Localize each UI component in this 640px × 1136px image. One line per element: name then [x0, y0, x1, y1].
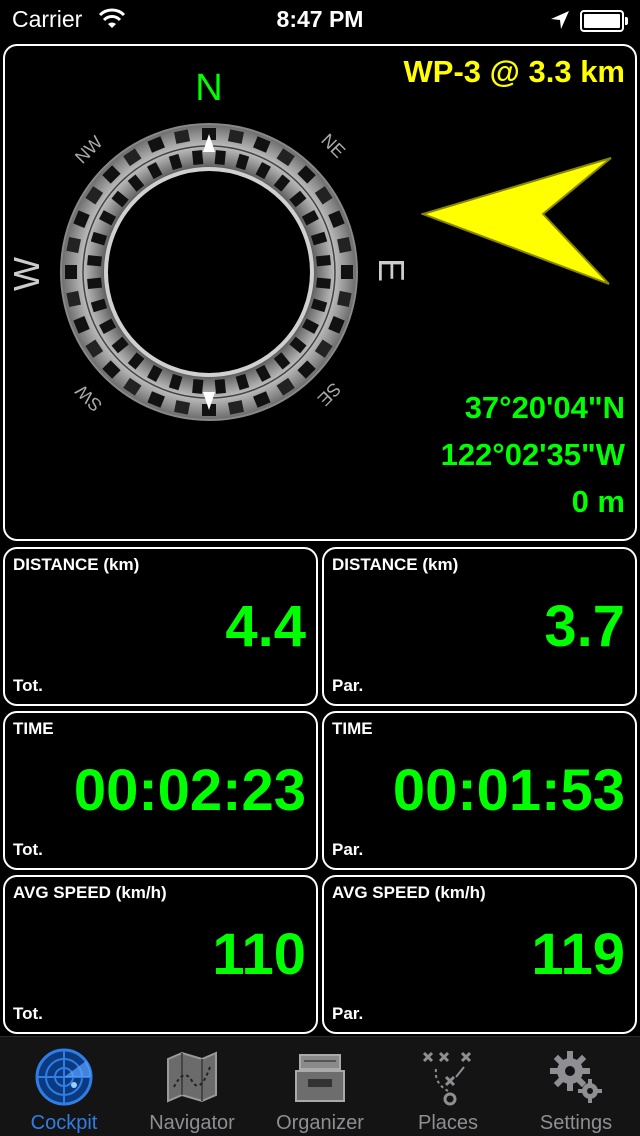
tab-label: Cockpit [30, 1112, 98, 1134]
gears-icon [550, 1051, 602, 1103]
compass-panel: WP-3 @ 3.3 km N E S W NE SE SW NW 3 [3, 44, 637, 541]
compass-east-label: E [371, 258, 407, 282]
compass-sw-label: SW [71, 381, 106, 416]
tile-distance-total[interactable]: DISTANCE (km) 4.4 Tot. [3, 547, 318, 706]
tile-value: 00:02:23 [73, 758, 306, 823]
compass-ne-label: NE [317, 130, 349, 162]
tile-footer: Par. [332, 1004, 364, 1023]
waypoint-direction-arrow-icon [421, 157, 612, 285]
tab-label: Organizer [276, 1112, 364, 1134]
tab-organizer[interactable]: Organizer [256, 1037, 384, 1136]
tile-label: DISTANCE (km) [13, 555, 140, 574]
map-icon [167, 1051, 217, 1103]
waypoint-distance: WP-3 @ 3.3 km [403, 54, 625, 89]
tab-places[interactable]: Places [384, 1037, 512, 1136]
status-time: 8:47 PM [276, 6, 364, 32]
tile-footer: Tot. [13, 1004, 43, 1023]
status-bar: Carrier 8:47 PM [0, 0, 640, 40]
tile-avg-speed-partial[interactable]: AVG SPEED (km/h) 119 Par. [322, 875, 637, 1034]
tab-label: Settings [539, 1112, 613, 1134]
tile-value: 119 [531, 922, 625, 987]
tab-label: Navigator [149, 1112, 235, 1134]
tile-footer: Par. [332, 840, 364, 859]
tile-label: TIME [332, 719, 373, 738]
tile-footer: Par. [332, 676, 364, 695]
tile-value: 4.4 [225, 594, 306, 659]
tile-footer: Tot. [13, 840, 43, 859]
tile-time-total[interactable]: TIME 00:02:23 Tot. [3, 711, 318, 870]
compass-se-label: SE [314, 379, 345, 410]
route-plan-icon [422, 1051, 472, 1106]
tab-cockpit[interactable]: Cockpit [0, 1037, 128, 1136]
battery-icon [580, 10, 628, 32]
altitude: 0 m [571, 484, 625, 519]
tile-time-partial[interactable]: TIME 00:01:53 Par. [322, 711, 637, 870]
compass-nw-label: NW [71, 132, 106, 167]
tile-footer: Tot. [13, 676, 43, 695]
tab-bar: Cockpit Navigator Organizer Places Setti… [0, 1036, 640, 1136]
compass-north-label: N [195, 67, 222, 109]
tile-label: AVG SPEED (km/h) [332, 883, 486, 902]
tile-label: DISTANCE (km) [332, 555, 459, 574]
tab-navigator[interactable]: Navigator [128, 1037, 256, 1136]
tab-label: Places [417, 1112, 479, 1134]
tile-distance-partial[interactable]: DISTANCE (km) 3.7 Par. [322, 547, 637, 706]
tile-value: 3.7 [544, 594, 625, 659]
compass-south-label: S [197, 438, 221, 440]
tile-value: 110 [212, 922, 306, 987]
tile-value: 00:01:53 [392, 758, 625, 823]
compass-rose: N E S W NE SE SW NW [7, 67, 407, 440]
latitude: 37°20'04"N [464, 390, 625, 425]
tile-avg-speed-total[interactable]: AVG SPEED (km/h) 110 Tot. [3, 875, 318, 1034]
coordinates: 37°20'04"N 122°02'35"W 0 m [441, 384, 625, 525]
compass-west-label: W [7, 257, 47, 291]
tile-label: AVG SPEED (km/h) [13, 883, 167, 902]
tab-settings[interactable]: Settings [512, 1037, 640, 1136]
radar-icon [35, 1048, 93, 1106]
tile-label: TIME [13, 719, 54, 738]
location-arrow-icon [551, 11, 569, 29]
inbox-tray-icon [295, 1054, 345, 1102]
longitude: 122°02'35"W [440, 437, 625, 472]
